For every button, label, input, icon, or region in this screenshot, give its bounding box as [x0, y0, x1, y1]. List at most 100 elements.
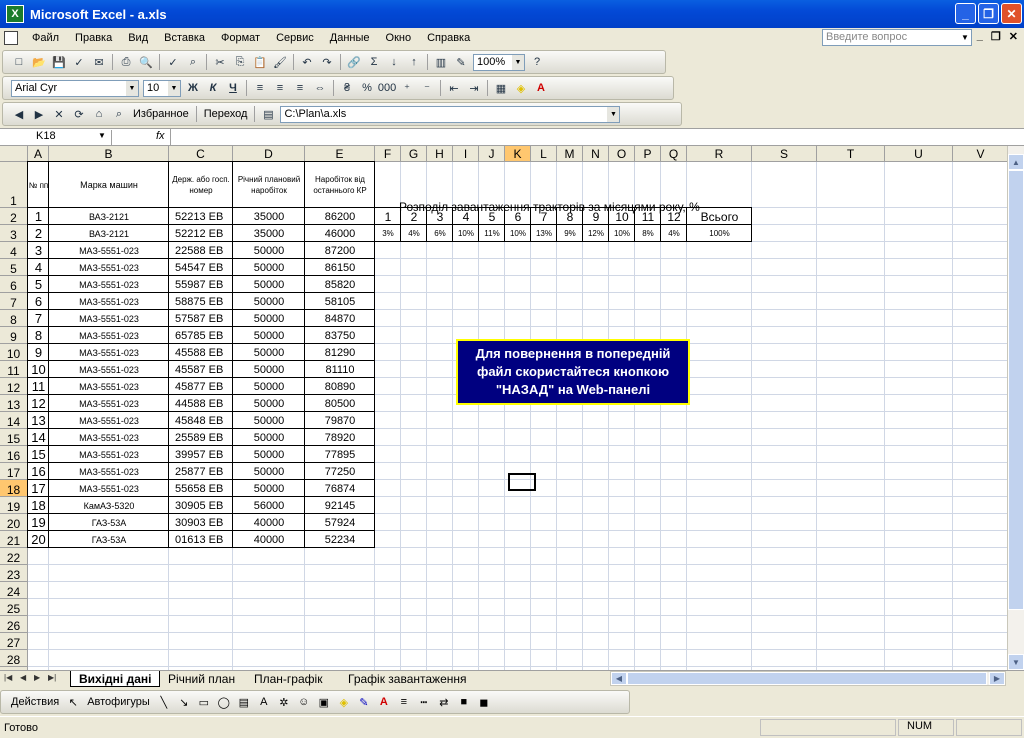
sort-desc-icon[interactable]: ↑ [406, 54, 422, 70]
stop-icon[interactable]: ✕ [51, 106, 67, 122]
research-icon[interactable]: ⌕ [185, 54, 201, 70]
column-header-E[interactable]: E [305, 146, 375, 162]
month-header-cell[interactable]: 1 [375, 208, 401, 225]
menu-item-7[interactable]: Окно [378, 32, 420, 44]
row-header-28[interactable]: 28 [0, 650, 28, 667]
row-header-21[interactable]: 21 [0, 531, 28, 548]
table-cell[interactable]: 55658 ЕВ [169, 480, 233, 497]
table-cell[interactable]: 50000 [233, 361, 305, 378]
row-header-25[interactable]: 25 [0, 599, 28, 616]
table-cell[interactable]: МАЗ-5551-023 [49, 310, 169, 327]
table-cell[interactable]: ВАЗ-2121 [49, 225, 169, 242]
autoshapes-menu[interactable]: Автофигуры [87, 696, 150, 708]
chevron-down-icon[interactable]: ▼ [607, 106, 620, 122]
back-icon[interactable]: ◀ [11, 106, 27, 122]
table-cell[interactable]: МАЗ-5551-023 [49, 293, 169, 310]
table-cell[interactable]: 6 [28, 293, 49, 310]
table-cell[interactable]: 25589 ЕВ [169, 429, 233, 446]
menu-item-2[interactable]: Вид [120, 32, 156, 44]
undo-icon[interactable]: ↶ [299, 54, 315, 70]
table-cell[interactable]: ГАЗ-53А [49, 514, 169, 531]
name-box-dropdown-icon[interactable]: ▼ [98, 131, 106, 140]
show-only-web-toolbar-icon[interactable]: ▤ [260, 106, 276, 122]
restore-button[interactable]: ❐ [978, 3, 999, 24]
table-cell[interactable]: 01613 ЕВ [169, 531, 233, 548]
table-cell[interactable]: 87200 [305, 242, 375, 259]
row-header-16[interactable]: 16 [0, 446, 28, 463]
menu-item-1[interactable]: Правка [67, 32, 120, 44]
month-header-cell[interactable]: 8 [557, 208, 583, 225]
ask-question-input[interactable]: Введите вопрос [822, 29, 972, 46]
column-header-C[interactable]: C [169, 146, 233, 162]
row-header-1[interactable]: 1 [0, 162, 28, 208]
row-header-3[interactable]: 3 [0, 225, 28, 242]
shadow-icon[interactable]: ■ [456, 694, 472, 710]
fill-color-icon[interactable]: ◈ [336, 694, 352, 710]
table-cell[interactable]: 11 [28, 378, 49, 395]
column-header-T[interactable]: T [817, 146, 885, 162]
copy-icon[interactable]: ⎘ [232, 54, 248, 70]
actions-menu[interactable]: Действия [11, 696, 59, 708]
month-header-cell[interactable]: 9 [583, 208, 609, 225]
chevron-down-icon[interactable]: ▼ [168, 80, 180, 96]
table-cell[interactable]: 35000 [233, 208, 305, 225]
email-icon[interactable]: ✉ [91, 54, 107, 70]
month-percent-cell[interactable]: 4% [401, 225, 427, 242]
month-percent-cell[interactable]: 8% [635, 225, 661, 242]
tab-plan-hrafik[interactable]: План-графік [246, 671, 330, 687]
forward-icon[interactable]: ▶ [31, 106, 47, 122]
sort-asc-icon[interactable]: ↓ [386, 54, 402, 70]
row-header-14[interactable]: 14 [0, 412, 28, 429]
row-header-5[interactable]: 5 [0, 259, 28, 276]
arrow-style-icon[interactable]: ⇄ [436, 694, 452, 710]
align-right-icon[interactable]: ≡ [292, 80, 308, 96]
last-sheet-icon[interactable]: ▶| [48, 673, 56, 682]
table-cell[interactable]: 45587 ЕВ [169, 361, 233, 378]
table-cell[interactable]: 52234 [305, 531, 375, 548]
tab-vykhidni-dani[interactable]: Вихідні дані [70, 671, 161, 687]
month-percent-cell[interactable]: 10% [609, 225, 635, 242]
table-cell[interactable]: 50000 [233, 378, 305, 395]
align-left-icon[interactable]: ≡ [252, 80, 268, 96]
table-cell[interactable]: 39957 ЕВ [169, 446, 233, 463]
row-header-24[interactable]: 24 [0, 582, 28, 599]
column-header-K[interactable]: K [505, 146, 531, 162]
chart-wizard-icon[interactable]: ▥ [433, 54, 449, 70]
table-header-cell[interactable]: Наробіток від останнього КР [305, 162, 375, 208]
dash-style-icon[interactable]: ┅ [416, 694, 432, 710]
table-cell[interactable]: 80500 [305, 395, 375, 412]
month-header-cell[interactable]: Всього [687, 208, 752, 225]
menu-item-8[interactable]: Справка [419, 32, 478, 44]
font-color-icon[interactable]: A [533, 80, 549, 96]
column-header-N[interactable]: N [583, 146, 609, 162]
table-cell[interactable]: 54547 ЕВ [169, 259, 233, 276]
row-header-13[interactable]: 13 [0, 395, 28, 412]
table-cell[interactable]: 18 [28, 497, 49, 514]
font-size-select[interactable]: 10 ▼ [143, 79, 181, 97]
merge-center-icon[interactable]: ⇔ [312, 80, 328, 96]
table-cell[interactable]: 50000 [233, 463, 305, 480]
rectangle-icon[interactable]: ▭ [196, 694, 212, 710]
table-cell[interactable]: МАЗ-5551-023 [49, 276, 169, 293]
table-cell[interactable]: 77250 [305, 463, 375, 480]
table-cell[interactable]: 5 [28, 276, 49, 293]
month-header-cell[interactable]: 12 [661, 208, 687, 225]
decrease-indent-icon[interactable]: ⇤ [446, 80, 462, 96]
row-header-11[interactable]: 11 [0, 361, 28, 378]
row-header-7[interactable]: 7 [0, 293, 28, 310]
column-header-F[interactable]: F [375, 146, 401, 162]
row-header-2[interactable]: 2 [0, 208, 28, 225]
row-header-20[interactable]: 20 [0, 514, 28, 531]
column-header-A[interactable]: A [28, 146, 49, 162]
ask-dropdown-icon[interactable]: ▼ [958, 29, 972, 46]
menu-item-3[interactable]: Вставка [156, 32, 213, 44]
table-cell[interactable]: ВАЗ-2121 [49, 208, 169, 225]
goto-menu[interactable]: Переход [204, 108, 248, 120]
column-header-H[interactable]: H [427, 146, 453, 162]
table-header-cell[interactable]: Держ. або госп. номер [169, 162, 233, 208]
print-preview-icon[interactable]: 🔍 [138, 54, 154, 70]
table-cell[interactable]: 40000 [233, 531, 305, 548]
open-icon[interactable]: 📂 [31, 54, 47, 70]
table-cell[interactable]: 9 [28, 344, 49, 361]
hyperlink-icon[interactable]: 🔗 [346, 54, 362, 70]
